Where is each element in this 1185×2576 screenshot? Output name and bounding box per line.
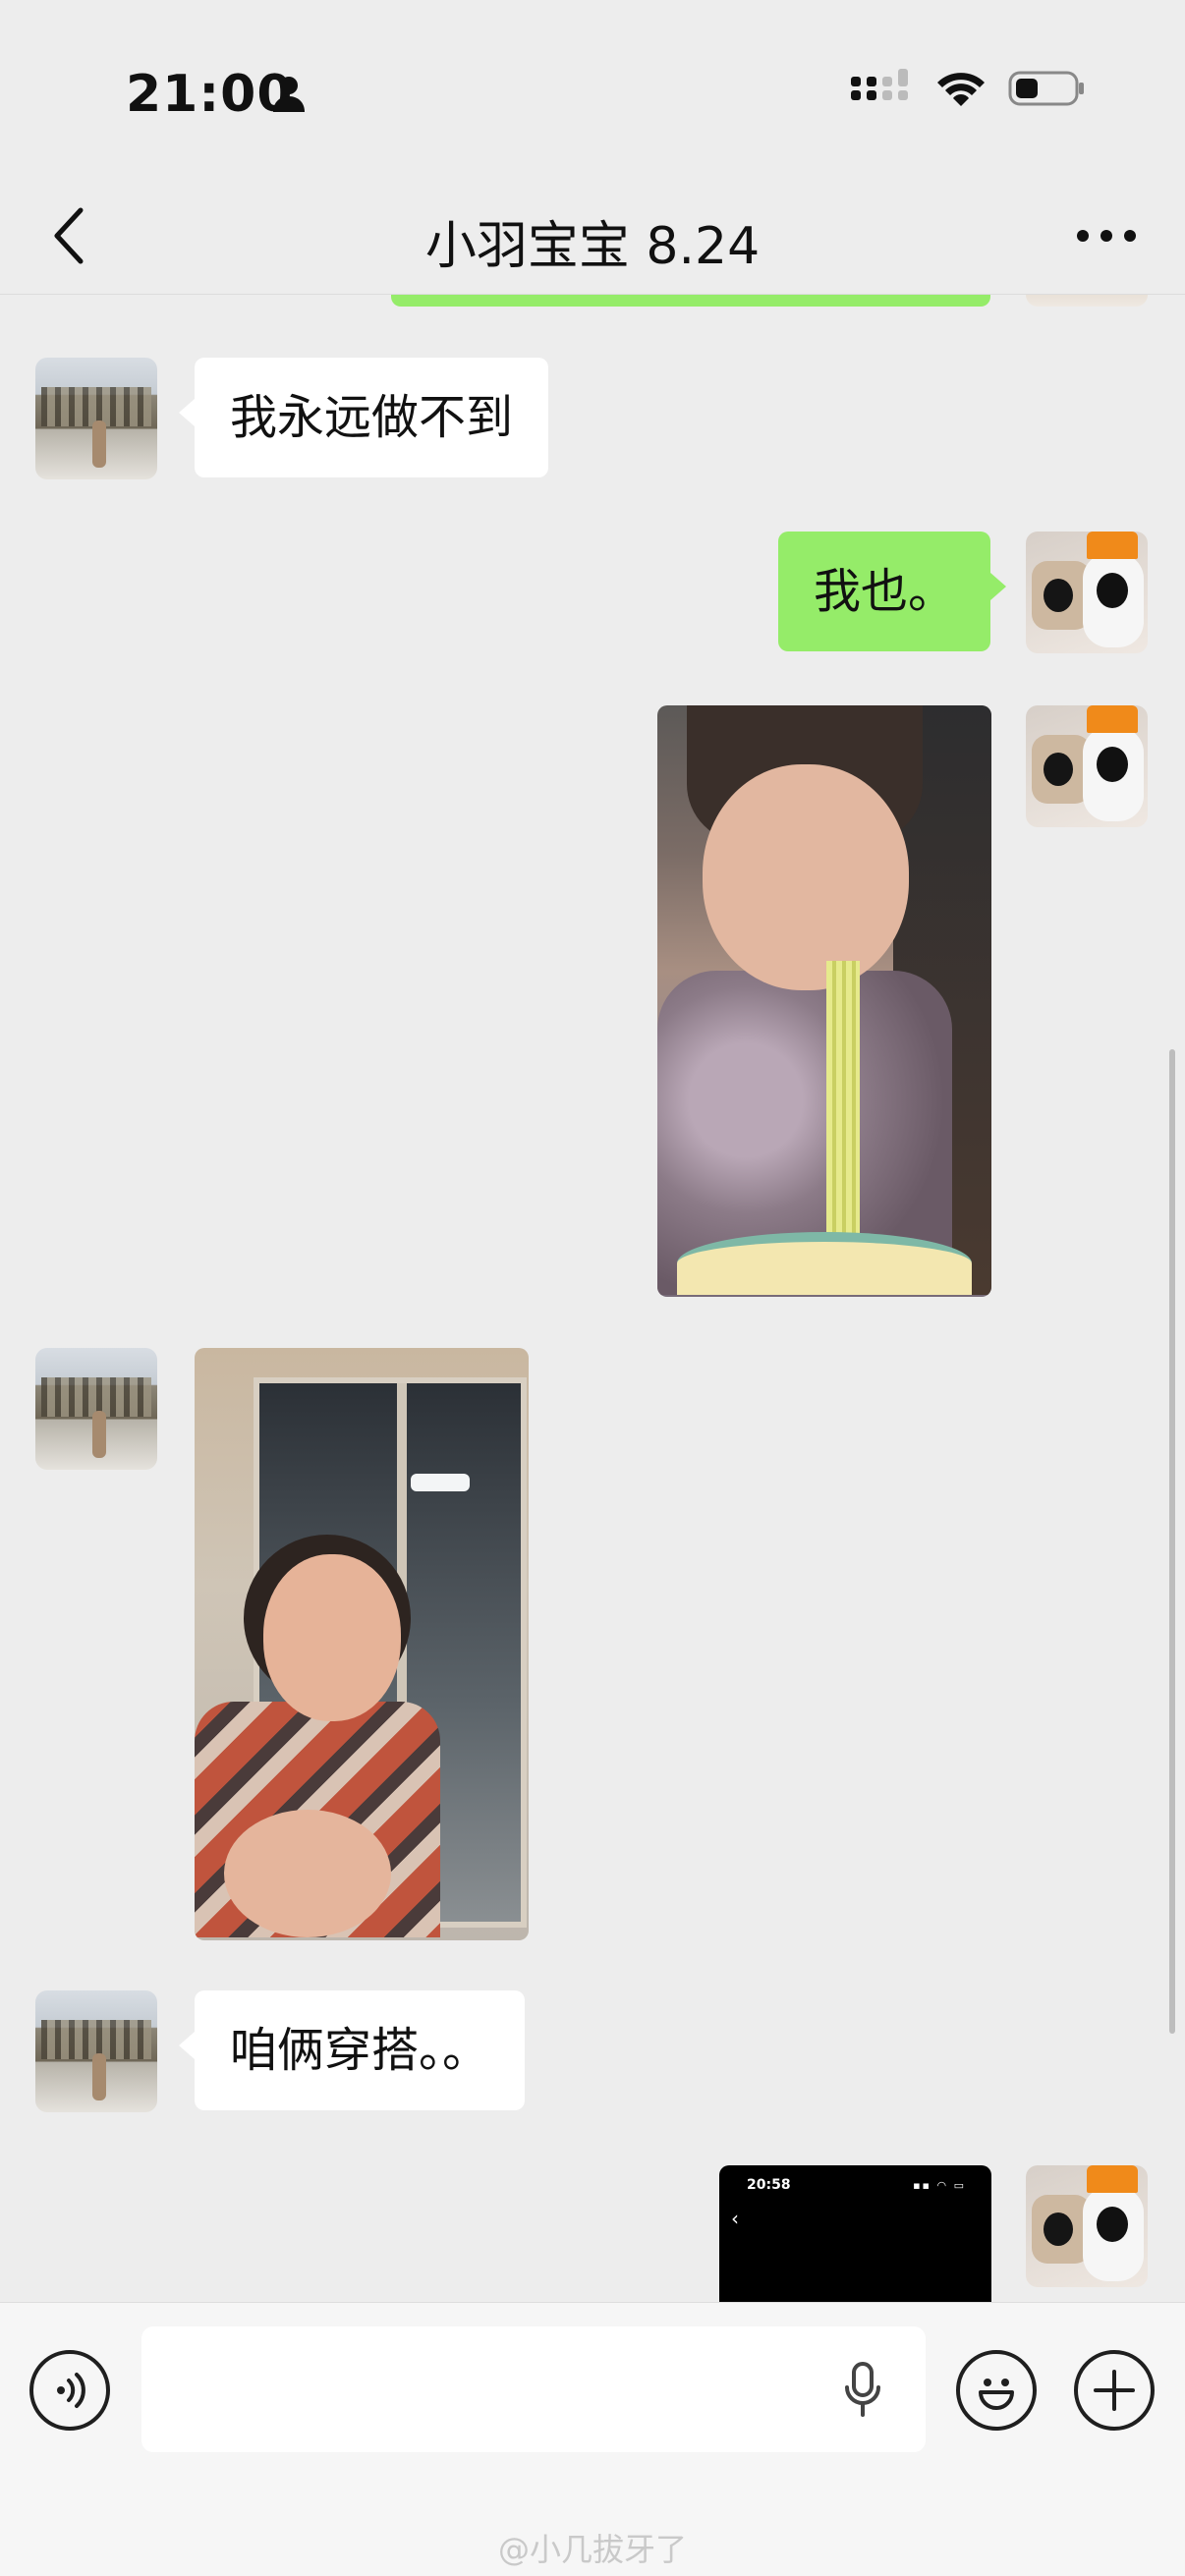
scrollbar[interactable] bbox=[1169, 1049, 1175, 2034]
person-icon bbox=[271, 75, 307, 118]
status-bar: 21:00 bbox=[0, 0, 1185, 177]
plus-icon bbox=[1094, 2370, 1135, 2411]
chat-title: 小羽宝宝 8.24 bbox=[424, 217, 761, 276]
chat-header: 小羽宝宝 8.24 bbox=[0, 177, 1185, 295]
message-text: 咱俩穿搭。。 bbox=[230, 2023, 490, 2078]
battery-icon bbox=[1008, 69, 1087, 112]
status-time: 21:00 bbox=[126, 65, 294, 124]
avatar-contact[interactable] bbox=[35, 1990, 157, 2112]
avatar-self[interactable] bbox=[1026, 2165, 1148, 2287]
status-icons bbox=[851, 69, 1087, 112]
message-list[interactable]: 我永远做不到 我也。 咱俩穿搭。。 20:58 ▪▪ ◠ ▭ ‹ bbox=[0, 295, 1185, 2302]
microphone-icon bbox=[845, 2362, 880, 2417]
wifi-icon bbox=[935, 69, 987, 112]
emoji-button[interactable] bbox=[956, 2350, 1037, 2431]
avatar-contact[interactable] bbox=[35, 1348, 157, 1470]
message-input[interactable] bbox=[141, 2326, 926, 2452]
screenshot-time: 20:58 bbox=[747, 2177, 791, 2193]
message-image-outgoing[interactable] bbox=[657, 705, 991, 1297]
message-bubble-outgoing[interactable]: 我也。 bbox=[777, 532, 1007, 651]
message-text: 我也。 bbox=[813, 564, 955, 619]
screenshot-status-icons: ▪▪ ◠ ▭ bbox=[913, 2179, 966, 2192]
avatar-contact[interactable] bbox=[35, 358, 157, 479]
microphone-button[interactable] bbox=[843, 2362, 882, 2421]
more-dots-icon bbox=[1077, 230, 1136, 242]
message-image-incoming[interactable] bbox=[195, 1348, 529, 1940]
watermark: @小几拔牙了 bbox=[497, 2531, 687, 2568]
avatar-self-partial[interactable] bbox=[1026, 295, 1148, 307]
message-text: 我永远做不到 bbox=[230, 390, 514, 445]
message-bubble-incoming[interactable]: 我永远做不到 bbox=[178, 358, 549, 477]
message-bubble-incoming[interactable]: 咱俩穿搭。。 bbox=[178, 1990, 526, 2110]
screenshot-back-icon: ‹ bbox=[731, 2207, 739, 2230]
plus-button[interactable] bbox=[1074, 2350, 1155, 2431]
avatar-self[interactable] bbox=[1026, 532, 1148, 653]
message-bubble-outgoing-partial[interactable] bbox=[391, 295, 990, 307]
avatar-self[interactable] bbox=[1026, 705, 1148, 827]
voice-toggle-icon bbox=[57, 2373, 85, 2408]
voice-toggle-button[interactable] bbox=[29, 2350, 110, 2431]
message-image-outgoing-screenshot[interactable]: 20:58 ▪▪ ◠ ▭ ‹ bbox=[719, 2165, 991, 2302]
emoji-icon bbox=[979, 2379, 1014, 2410]
more-button[interactable] bbox=[1075, 216, 1138, 255]
cellular-signal-icon bbox=[851, 69, 914, 112]
